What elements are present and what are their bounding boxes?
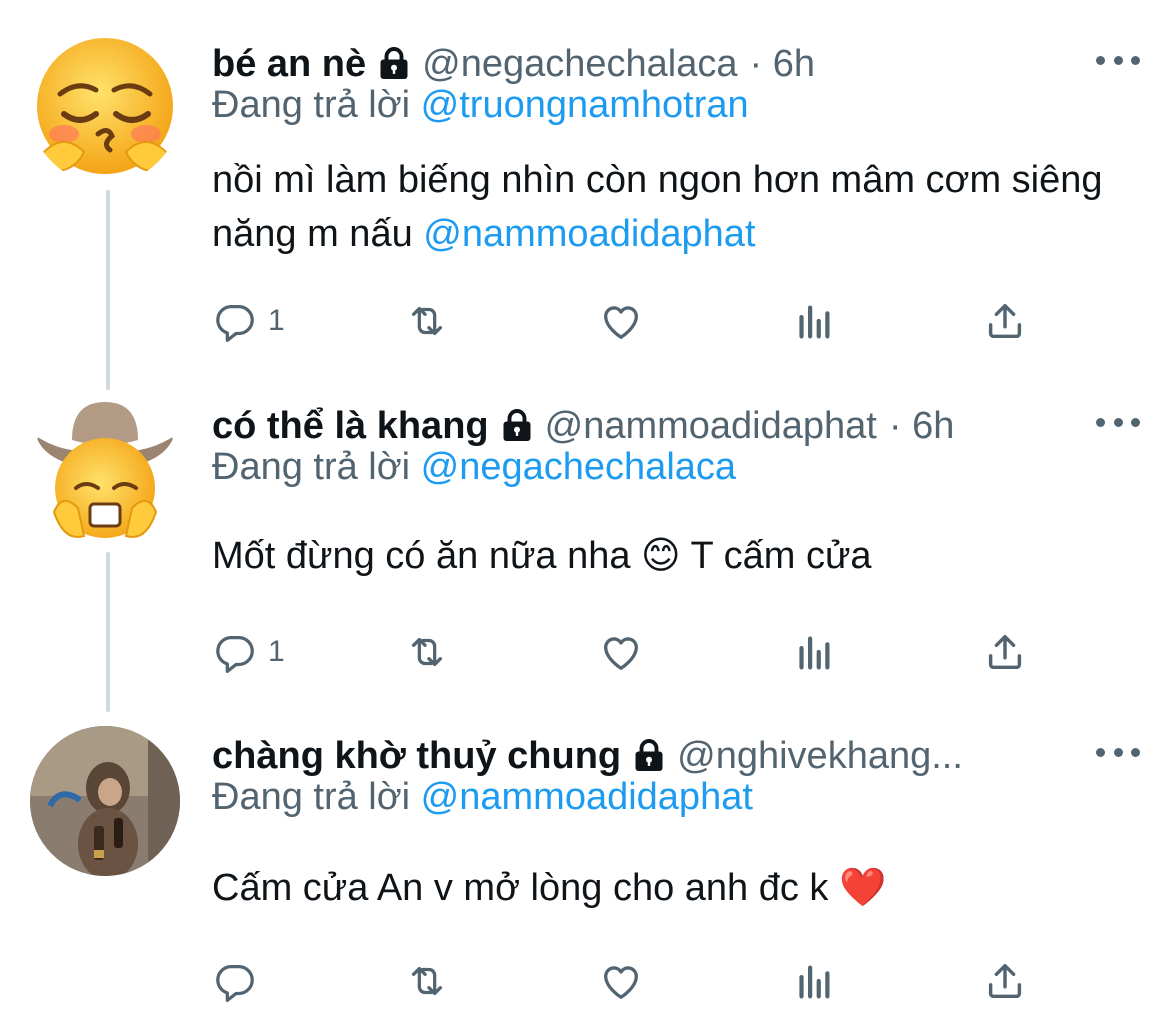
like-button[interactable]	[598, 627, 644, 677]
tweet[interactable]: có thể là khang @nammoadidaphat · 6h Đan…	[0, 396, 1170, 696]
tweet-text: Cấm cửa An v mở lòng cho anh đc k ❤️	[212, 861, 1130, 915]
retweet-button[interactable]	[404, 296, 450, 346]
tweet[interactable]: bé an nè @negachechalaca · 6h Đang trả l…	[0, 34, 1170, 364]
analytics-button[interactable]	[790, 956, 836, 1006]
cowboy-emoji-icon	[36, 402, 174, 538]
like-icon	[598, 958, 644, 1004]
retweet-icon	[404, 298, 450, 344]
tweet-actions	[212, 956, 1042, 1006]
analytics-icon	[790, 629, 836, 675]
like-icon	[598, 629, 644, 675]
mention-link[interactable]: @truongnamhotran	[421, 84, 749, 126]
share-icon	[982, 298, 1028, 344]
analytics-button[interactable]	[790, 627, 836, 677]
replying-to: Đang trả lời @truongnamhotran	[212, 84, 749, 127]
replying-to: Đang trả lời @nammoadidaphat	[212, 776, 753, 819]
share-button[interactable]	[982, 296, 1028, 346]
lock-icon	[376, 46, 412, 82]
reply-button[interactable]: 1	[212, 627, 285, 677]
more-icon[interactable]	[1096, 410, 1140, 434]
replying-prefix: Đang trả lời	[212, 446, 411, 488]
timestamp[interactable]: · 6h	[750, 43, 815, 86]
share-icon	[982, 958, 1028, 1004]
pleading-face-emoji-icon	[37, 38, 173, 174]
user-handle[interactable]: @nghivekhang...	[677, 735, 963, 778]
reply-icon	[212, 958, 258, 1004]
tweet-text-content: Mốt đừng có ăn nữa nha	[212, 535, 631, 577]
share-button[interactable]	[982, 956, 1028, 1006]
share-icon	[982, 629, 1028, 675]
smile-emoji: 😊	[641, 535, 681, 577]
replying-prefix: Đang trả lời	[212, 776, 411, 818]
user-handle[interactable]: @nammoadidaphat	[545, 405, 877, 448]
display-name[interactable]: bé an nè	[212, 43, 366, 86]
tweet-text-content: T cấm cửa	[690, 535, 872, 577]
like-icon	[598, 298, 644, 344]
lock-icon	[631, 738, 667, 774]
avatar[interactable]	[30, 34, 180, 184]
retweet-button[interactable]	[404, 956, 450, 1006]
replying-prefix: Đang trả lời	[212, 84, 411, 126]
mention-link[interactable]: @negachechalaca	[421, 446, 736, 488]
user-handle[interactable]: @negachechalaca	[422, 43, 737, 86]
mention-link[interactable]: @nammoadidaphat	[421, 776, 753, 818]
retweet-icon	[404, 958, 450, 1004]
tweet-text: Mốt đừng có ăn nữa nha 😊 T cấm cửa	[212, 529, 1130, 583]
retweet-button[interactable]	[404, 627, 450, 677]
analytics-button[interactable]	[790, 296, 836, 346]
reply-count: 1	[268, 304, 285, 337]
heart-emoji: ❤️	[839, 867, 887, 909]
avatar[interactable]	[30, 396, 180, 546]
tweet-text-content: Cấm cửa An v mở lòng cho anh đc k	[212, 867, 829, 909]
tweet-text: nồi mì làm biếng nhìn còn ngon hơn mâm c…	[212, 153, 1130, 261]
display-name[interactable]: chàng khờ thuỷ chung	[212, 735, 621, 778]
timestamp[interactable]: · 6h	[889, 405, 954, 448]
like-button[interactable]	[598, 956, 644, 1006]
reply-icon	[212, 629, 258, 675]
avatar[interactable]	[30, 726, 180, 876]
more-icon[interactable]	[1096, 48, 1140, 72]
analytics-icon	[790, 958, 836, 1004]
like-button[interactable]	[598, 296, 644, 346]
tweet-actions: 1	[212, 296, 1042, 346]
monkey-photo-avatar	[30, 726, 180, 876]
tweet[interactable]: chàng khờ thuỷ chung @nghivekhang... Đan…	[0, 726, 1170, 1016]
retweet-icon	[404, 629, 450, 675]
more-icon[interactable]	[1096, 740, 1140, 764]
tweet-actions: 1	[212, 627, 1042, 677]
reply-button[interactable]	[212, 956, 258, 1006]
replying-to: Đang trả lời @negachechalaca	[212, 446, 736, 489]
display-name[interactable]: có thể là khang	[212, 405, 489, 448]
reply-count: 1	[268, 635, 285, 668]
reply-icon	[212, 298, 258, 344]
analytics-icon	[790, 298, 836, 344]
lock-icon	[499, 408, 535, 444]
mention-link[interactable]: @nammoadidaphat	[423, 213, 755, 255]
reply-button[interactable]: 1	[212, 296, 285, 346]
share-button[interactable]	[982, 627, 1028, 677]
